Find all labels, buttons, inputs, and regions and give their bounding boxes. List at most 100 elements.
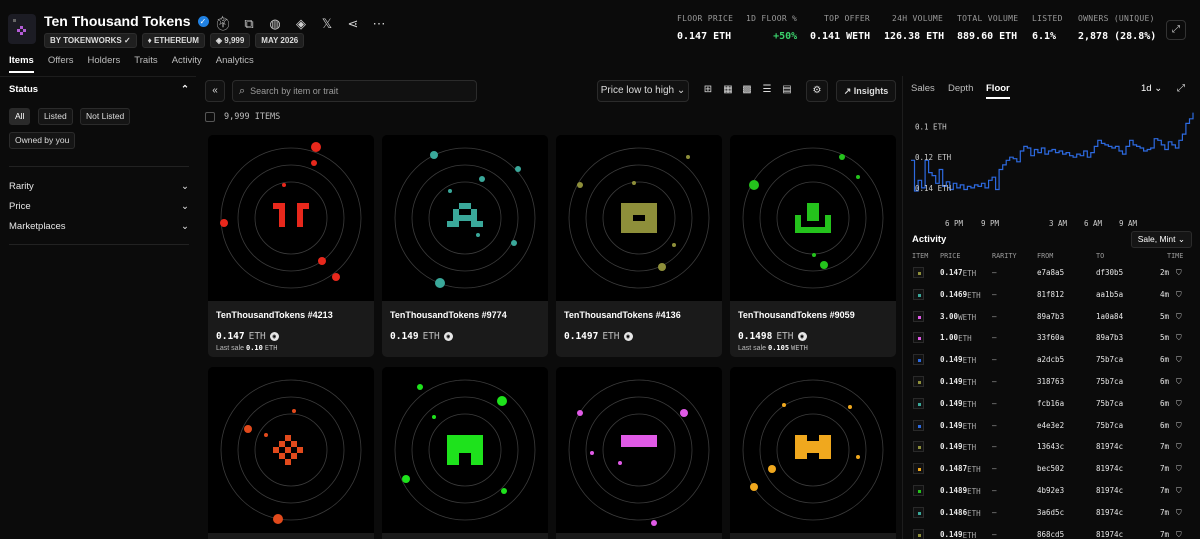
grid-large-icon[interactable]: ⊞: [699, 80, 717, 102]
grid-medium-icon[interactable]: ▦: [719, 80, 737, 102]
globe-icon[interactable]: ◍: [268, 16, 282, 32]
item-card[interactable]: TenThousandTokens #4213 0.147 ETH ◉ Last sal…: [208, 135, 374, 357]
row-from[interactable]: 33f60a: [1037, 333, 1064, 342]
collapse-sidebar-button[interactable]: «: [205, 80, 225, 102]
grid-small-icon[interactable]: ▩: [738, 80, 756, 102]
row-to[interactable]: df30b5: [1096, 268, 1123, 277]
activity-row[interactable]: 0.149 ETH — fcb16a 75b7ca 6m ⛉: [912, 397, 1192, 412]
row-from[interactable]: e7a8a5: [1037, 268, 1064, 277]
activity-row[interactable]: 0.149 ETH — e4e3e2 75b7ca 6m ⛉: [912, 419, 1192, 434]
expand-icon[interactable]: ⤢: [1166, 20, 1186, 40]
list-view-icon[interactable]: ☰: [758, 80, 776, 102]
row-to[interactable]: 89a7b3: [1096, 333, 1123, 342]
row-time: 7m: [1160, 529, 1170, 539]
sort-dropdown[interactable]: Price low to high ⌄: [597, 80, 689, 102]
filter-marketplaces[interactable]: Marketplaces ⌄: [9, 221, 189, 232]
analytics-panel: Sales Depth Floor 1d ⌄ ⤢ 0.14 ETH 0.12 ET…: [902, 76, 1200, 539]
row-to[interactable]: 81974c: [1096, 464, 1123, 473]
activity-row[interactable]: 1.00 ETH — 33f60a 89a7b3 5m ⛉: [912, 332, 1192, 346]
status-all-pill[interactable]: All: [9, 108, 31, 125]
item-card[interactable]: TenThousandTokens #4136 0.1497 ETH ◉: [556, 135, 722, 357]
status-not-listed-pill[interactable]: Not Listed: [80, 108, 131, 125]
row-to[interactable]: 81974c: [1096, 442, 1123, 451]
row-price: 3.00: [940, 311, 959, 321]
activity-row[interactable]: 0.149 ETH — a2dcb5 75b7ca 6m ⛉: [912, 354, 1192, 368]
row-to[interactable]: 75b7ca: [1096, 421, 1123, 430]
item-card[interactable]: [382, 367, 548, 539]
search-box[interactable]: ⌕: [232, 80, 477, 102]
activity-row[interactable]: 0.1487 ETH — bec502 81974c 7m ⛉: [912, 463, 1192, 477]
tab-activity[interactable]: Activity: [172, 55, 202, 73]
item-card[interactable]: TenThousandTokens #9059 0.1498 ETH ◉ Last sa…: [730, 135, 896, 357]
row-from[interactable]: 13643c: [1037, 442, 1064, 451]
row-to[interactable]: 1a0a84: [1096, 312, 1123, 321]
row-from[interactable]: 3a6d5c: [1037, 508, 1064, 517]
activity-row[interactable]: 0.147 ETH — e7a8a5 df30b5 2m ⛉: [912, 267, 1192, 281]
tab-analytics[interactable]: Analytics: [216, 55, 254, 73]
tab-offers[interactable]: Offers: [48, 55, 74, 73]
row-from[interactable]: fcb16a: [1037, 399, 1064, 408]
chevron-up-icon: ⌃: [181, 84, 189, 95]
row-currency: ETH: [962, 356, 977, 366]
activity-row[interactable]: 3.00 WETH — 89a7b3 1a0a84 5m ⛉: [912, 310, 1192, 325]
item-card[interactable]: [556, 367, 722, 539]
status-owned-pill[interactable]: Owned by you: [9, 132, 76, 149]
item-card[interactable]: [730, 367, 896, 539]
stat-total-volume: TOTAL VOLUME 889.60 ETH: [957, 14, 1019, 42]
row-rarity: —: [992, 529, 997, 539]
row-from[interactable]: 4b92e3: [1037, 486, 1064, 495]
row-to[interactable]: 81974c: [1096, 486, 1123, 495]
x-icon[interactable]: 𝕏: [320, 16, 334, 32]
copy-icon[interactable]: ⧉: [242, 16, 256, 32]
col-item: ITEM: [912, 252, 929, 260]
item-thumbnail: [913, 376, 924, 387]
share-icon[interactable]: ⋖: [346, 16, 360, 32]
info-icon[interactable]: ⓘ: [216, 14, 230, 33]
search-input[interactable]: [250, 86, 461, 96]
activity-row[interactable]: 0.149 ETH — 318763 75b7ca 6m ⛉: [912, 376, 1192, 390]
status-section-header[interactable]: Status ⌃: [9, 84, 189, 95]
row-to[interactable]: 75b7ca: [1096, 399, 1123, 408]
select-all-checkbox[interactable]: [205, 112, 215, 122]
row-from[interactable]: a2dcb5: [1037, 355, 1064, 364]
activity-row[interactable]: 0.1486 ETH — 3a6d5c 81974c 7m ⛉: [912, 506, 1192, 521]
more-icon[interactable]: ⋯: [372, 16, 386, 32]
activity-filter-dropdown[interactable]: Sale, Mint ⌄: [1130, 231, 1192, 248]
row-to[interactable]: 81974c: [1096, 530, 1123, 539]
item-card[interactable]: [208, 367, 374, 539]
activity-header: Activity Sale, Mint ⌄: [912, 231, 1192, 248]
row-to[interactable]: 75b7ca: [1096, 377, 1123, 386]
item-card[interactable]: TenThousandTokens #9774 0.149 ETH ◉: [382, 135, 548, 357]
filter-price[interactable]: Price ⌄: [9, 201, 189, 212]
stat-owners: OWNERS (UNIQUE) 2,878 (28.8%): [1078, 14, 1157, 42]
row-from[interactable]: 868cd5: [1037, 530, 1064, 539]
activity-row[interactable]: 0.149 ETH — 868cd5 81974c 7m ⛉: [912, 528, 1192, 539]
discord-icon[interactable]: ◈: [294, 16, 308, 32]
row-from[interactable]: 81f812: [1037, 290, 1064, 299]
tab-traits[interactable]: Traits: [134, 55, 157, 73]
row-currency: ETH: [962, 530, 977, 539]
tab-items[interactable]: Items: [9, 55, 34, 73]
filter-rarity[interactable]: Rarity ⌄: [9, 181, 189, 192]
collection-logo[interactable]: [8, 14, 36, 44]
divider: [9, 166, 189, 167]
creator-chip[interactable]: BY TOKENWORKS ✓: [44, 33, 137, 48]
row-to[interactable]: 81974c: [1096, 508, 1123, 517]
row-from[interactable]: 318763: [1037, 377, 1064, 386]
table-view-icon[interactable]: ▤: [778, 80, 796, 102]
activity-row[interactable]: 0.1489 ETH — 4b92e3 81974c 7m ⛉: [912, 485, 1192, 499]
floor-series-line: [911, 112, 1194, 192]
tab-holders[interactable]: Holders: [88, 55, 121, 73]
price-value: 0.147: [216, 331, 245, 342]
activity-row[interactable]: 0.149 ETH — 13643c 81974c 7m ⛉: [912, 441, 1192, 455]
row-from[interactable]: bec502: [1037, 464, 1064, 473]
status-listed-pill[interactable]: Listed: [38, 108, 73, 125]
activity-row[interactable]: 0.1469 ETH — 81f812 aa1b5a 4m ⛉: [912, 288, 1192, 303]
sale-bag-icon: ⛉: [1176, 289, 1182, 299]
insights-button[interactable]: ↗ Insights: [836, 80, 896, 102]
row-to[interactable]: 75b7ca: [1096, 355, 1123, 364]
row-from[interactable]: 89a7b3: [1037, 312, 1064, 321]
row-from[interactable]: e4e3e2: [1037, 421, 1064, 430]
settings-gear-icon[interactable]: ⚙: [806, 80, 828, 102]
row-to[interactable]: aa1b5a: [1096, 290, 1123, 299]
